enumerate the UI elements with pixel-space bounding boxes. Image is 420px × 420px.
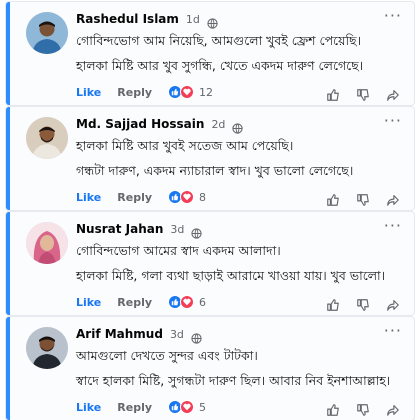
reply-button[interactable]: Reply — [117, 296, 152, 309]
comment-card: Arif Mahmud 3d ··· আমগুলো দেখতে সুন্দর এ… — [6, 317, 414, 420]
reaction-count: 12 — [199, 85, 214, 99]
comment-text-line: গোবিন্দভোগ আমের স্বাদ একদম আলাদা। — [76, 243, 281, 258]
globe-icon — [232, 119, 244, 134]
thumbs-up-icon[interactable] — [326, 402, 340, 416]
comment-text-line: গোবিন্দভোগ আম নিয়েছি, আমগুলো খুবই ফ্রেশ… — [76, 33, 362, 48]
thumbs-down-icon[interactable] — [356, 402, 370, 416]
avatar[interactable] — [26, 222, 68, 264]
avatar[interactable] — [26, 117, 68, 159]
reaction-count: 5 — [199, 400, 207, 414]
comment-text-line: স্বাদে হালকা মিষ্টি, সুগন্ধটা দারুণ ছিল।… — [76, 373, 391, 388]
thumbs-up-icon[interactable] — [326, 192, 340, 206]
thumbs-down-icon[interactable] — [356, 297, 370, 311]
thumbs-up-icon[interactable] — [326, 297, 340, 311]
thumbs-down-icon[interactable] — [356, 87, 370, 101]
share-icon[interactable] — [386, 402, 400, 416]
like-button[interactable]: Like — [76, 296, 101, 309]
author-name[interactable]: Md. Sajjad Hossain — [76, 117, 204, 131]
reaction-summary[interactable]: 12 — [168, 85, 213, 99]
share-icon[interactable] — [386, 297, 400, 311]
like-button[interactable]: Like — [76, 191, 101, 204]
comment-text-line: হালকা মিষ্টি, গলা ব্যথা ছাড়াই আরামে খাও… — [76, 268, 386, 283]
like-button[interactable]: Like — [76, 401, 101, 414]
comment-card: Md. Sajjad Hossain 2d ··· হালকা মিষ্টি আ… — [6, 107, 414, 210]
reaction-count: 6 — [199, 295, 207, 309]
reply-button[interactable]: Reply — [117, 401, 152, 414]
comment-text-line: আমগুলো দেখতে সুন্দর এবং টাটকা। — [76, 348, 258, 363]
love-reaction-icon — [180, 400, 195, 414]
timestamp[interactable]: 1d — [186, 13, 200, 26]
globe-icon — [191, 224, 203, 239]
comment-text-line: হালকা মিষ্টি আর খুবই সতেজ আম পেয়েছি। — [76, 138, 294, 153]
reaction-summary[interactable]: 5 — [168, 400, 206, 414]
comment-card: Rashedul Islam 1d ··· গোবিন্দভোগ আম নিয়… — [6, 2, 414, 105]
reaction-count: 8 — [199, 190, 207, 204]
timestamp[interactable]: 3d — [170, 223, 184, 236]
reply-button[interactable]: Reply — [117, 86, 152, 99]
timestamp[interactable]: 3d — [170, 328, 184, 341]
reply-button[interactable]: Reply — [117, 191, 152, 204]
thumbs-up-icon[interactable] — [326, 87, 340, 101]
comment-feed: Rashedul Islam 1d ··· গোবিন্দভোগ আম নিয়… — [0, 0, 420, 420]
comment-card: Nusrat Jahan 3d ··· গোবিন্দভোগ আমের স্বা… — [6, 212, 414, 315]
avatar[interactable] — [26, 327, 68, 369]
more-options-icon[interactable]: ··· — [384, 218, 402, 234]
comment-text-line: গন্ধটা দারুণ, একদম ন্যাচারাল স্বাদ। খুব … — [76, 163, 354, 178]
author-name[interactable]: Rashedul Islam — [76, 12, 179, 26]
avatar[interactable] — [26, 12, 68, 54]
love-reaction-icon — [180, 295, 195, 309]
thumbs-down-icon[interactable] — [356, 192, 370, 206]
globe-icon — [207, 14, 218, 29]
globe-icon — [191, 329, 202, 344]
author-name[interactable]: Nusrat Jahan — [76, 222, 163, 236]
reaction-summary[interactable]: 8 — [168, 190, 206, 204]
like-button[interactable]: Like — [76, 86, 101, 99]
share-icon[interactable] — [386, 192, 400, 206]
more-options-icon[interactable]: ··· — [384, 113, 402, 129]
more-options-icon[interactable]: ··· — [384, 8, 402, 24]
love-reaction-icon — [180, 190, 195, 204]
more-options-icon[interactable]: ··· — [384, 323, 402, 339]
share-icon[interactable] — [386, 87, 400, 101]
comment-text-line: হালকা মিষ্টি আর খুব সুগন্ধি, খেতে একদম দ… — [76, 58, 364, 73]
author-name[interactable]: Arif Mahmud — [76, 327, 163, 341]
timestamp[interactable]: 2d — [211, 118, 225, 131]
reaction-summary[interactable]: 6 — [168, 295, 206, 309]
love-reaction-icon — [180, 85, 195, 99]
